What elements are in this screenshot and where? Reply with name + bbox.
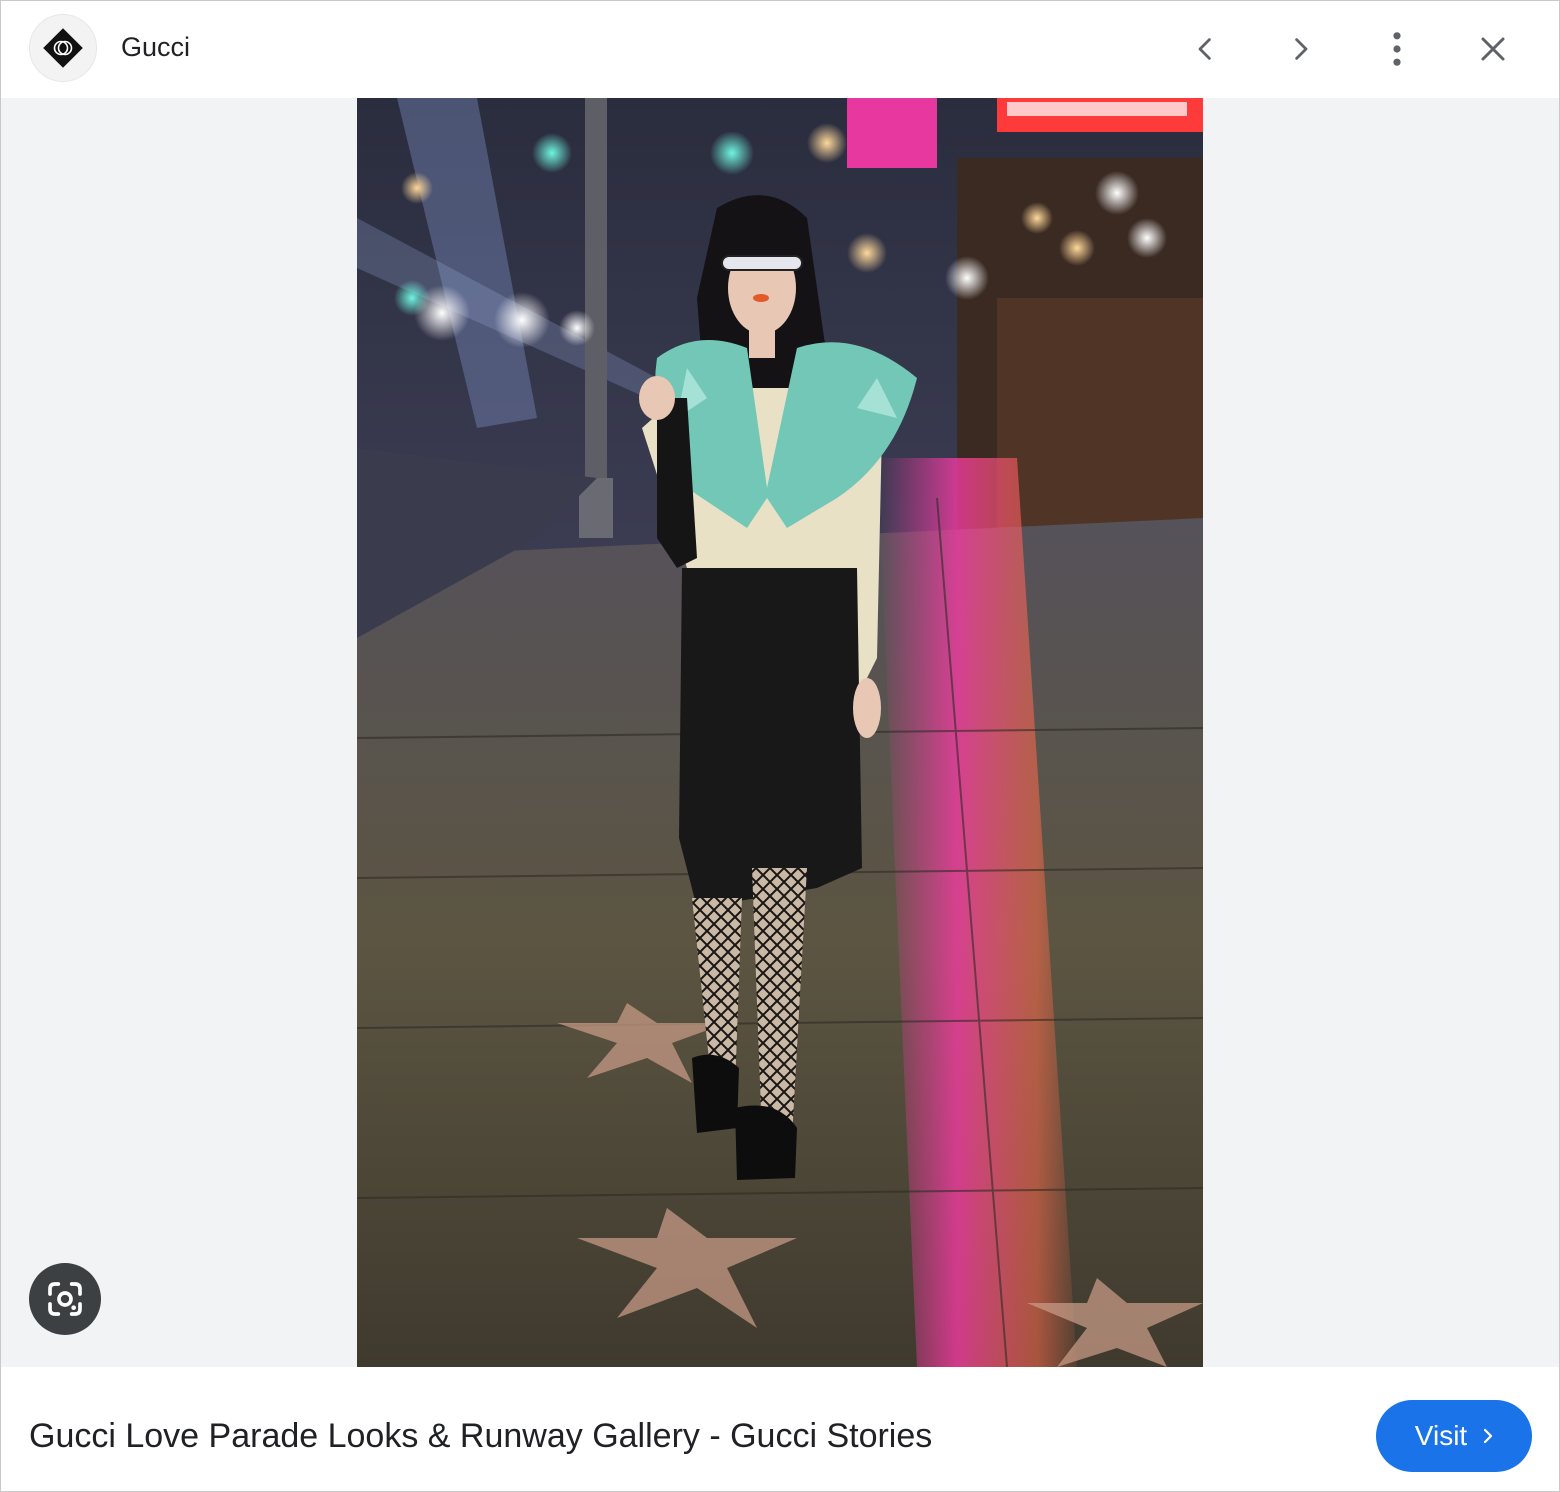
gucci-logo-icon [43,28,83,68]
source-name[interactable]: Gucci [121,29,190,65]
viewer-header: Gucci [1,1,1559,97]
lens-search-button[interactable] [29,1263,101,1335]
more-vert-icon [1393,32,1401,66]
image-viewer-panel: Gucci Gucci Love Parade Looks & Runway G… [0,0,1560,1492]
result-title[interactable]: Gucci Love Parade Looks & Runway Gallery… [29,1415,932,1457]
chevron-left-icon [1198,38,1211,60]
visit-button[interactable]: Visit [1376,1400,1532,1472]
next-button[interactable] [1269,17,1333,81]
close-button[interactable] [1461,17,1525,81]
result-footer: Gucci Love Parade Looks & Runway Gallery… [1,1367,1559,1491]
runway-photo-image [357,98,1203,1367]
chevron-right-icon [1484,1428,1493,1444]
google-lens-icon [48,1282,82,1316]
visit-button-label: Visit [1414,1420,1468,1451]
source-logo[interactable] [29,14,97,82]
previous-button[interactable] [1173,17,1237,81]
more-options-button[interactable] [1365,17,1429,81]
image-viewer [1,98,1559,1367]
chevron-right-icon [1295,38,1308,60]
runway-photo[interactable] [357,98,1203,1367]
close-icon [1481,37,1505,61]
